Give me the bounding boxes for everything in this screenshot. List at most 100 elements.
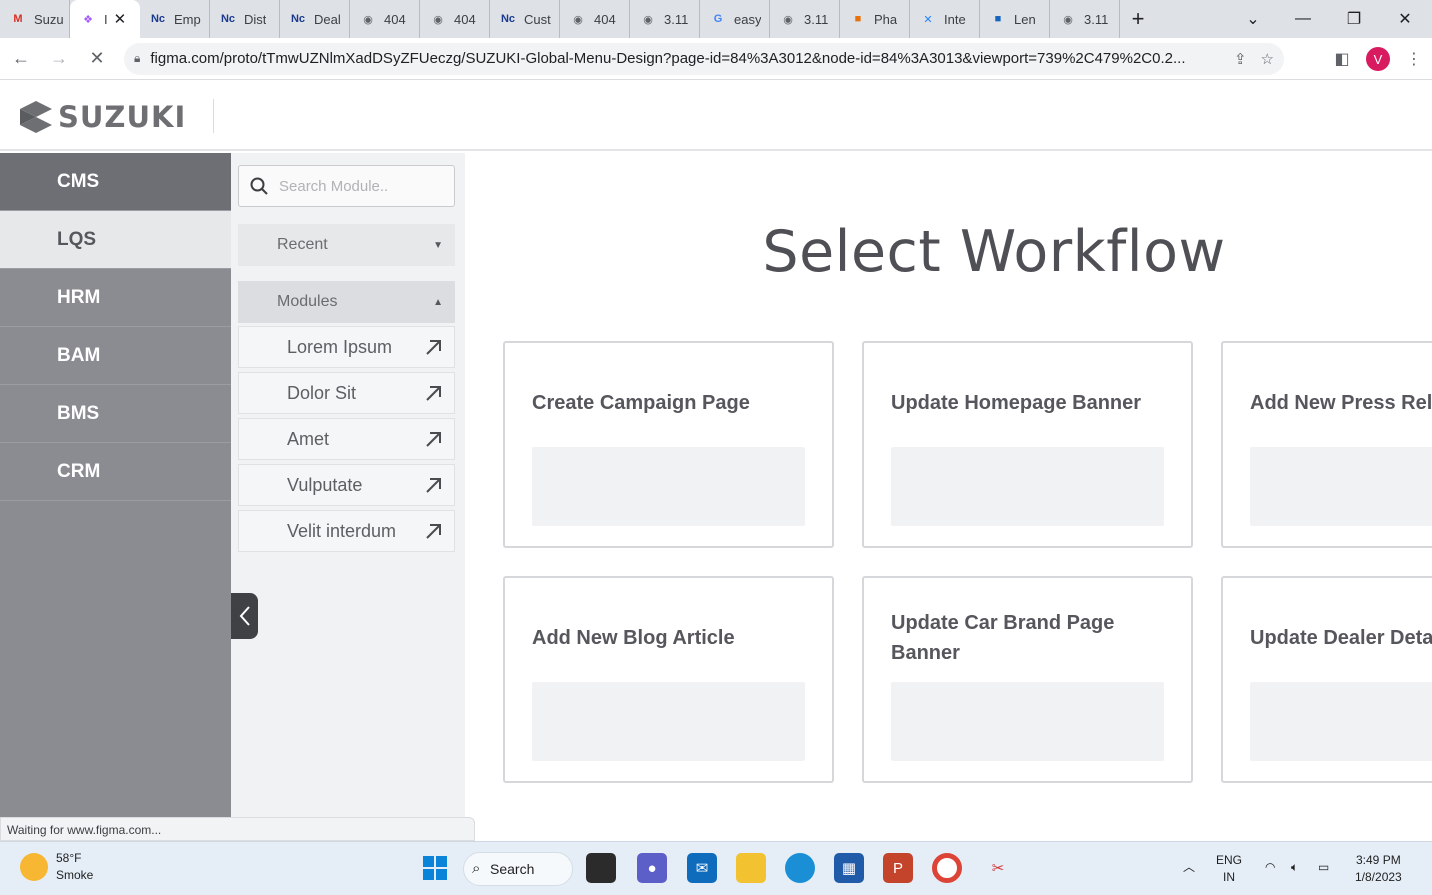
workflow-card-preview [1250, 682, 1432, 761]
globe-icon: ◉ [363, 13, 373, 26]
weather-widget[interactable]: 58°F Smoke [20, 850, 93, 884]
main-content: Select Workflow Create Campaign Page Upda… [465, 153, 1432, 817]
browser-tab[interactable]: ◉ 3.11 [770, 0, 840, 38]
nc-icon: Nc [220, 13, 236, 25]
lock-icon[interactable]: 🔒︎ [134, 51, 140, 66]
external-arrow-icon [426, 386, 441, 401]
lang-top: ENG [1216, 853, 1243, 867]
browser-tab[interactable]: Geasy [700, 0, 770, 38]
recent-dropdown[interactable]: Recent ▼ [238, 224, 455, 266]
workflow-card[interactable]: Add New Blog Article [503, 576, 834, 783]
rail-item-crm[interactable]: CRM [0, 443, 231, 501]
snipping-tool-icon[interactable]: ✂ [983, 853, 1013, 883]
workflow-card[interactable]: Update Car Brand Page Banner [862, 576, 1193, 783]
mail-icon[interactable]: ✉ [687, 853, 717, 883]
workflow-card-preview [891, 447, 1164, 526]
workflow-card-preview [532, 682, 805, 761]
browser-tab[interactable]: ■ Pha [840, 0, 910, 38]
address-bar[interactable]: 🔒︎ figma.com/proto/tTmwUZNlmXadDSyZFUecz… [124, 42, 1284, 75]
browser-tab[interactable]: ◉ 404 [560, 0, 630, 38]
windows-start-icon[interactable] [420, 853, 450, 883]
browser-tab[interactable]: ◉ 3.11 [630, 0, 700, 38]
language-indicator[interactable]: ENG IN [1216, 852, 1242, 886]
module-item[interactable]: Vulputate [238, 464, 455, 506]
module-item[interactable]: Lorem Ipsum [238, 326, 455, 368]
search-input[interactable] [279, 177, 449, 195]
browser-tab[interactable]: ◉ 404 [420, 0, 490, 38]
browser-tab[interactable]: ◉ 404 [350, 0, 420, 38]
restore-icon[interactable]: ❐ [1331, 0, 1377, 38]
stop-loading-icon[interactable]: ✕ [80, 42, 114, 76]
browser-tab[interactable]: Nc Cust [490, 0, 560, 38]
weather-temp: 58°F [56, 851, 82, 865]
chrome-icon[interactable] [932, 853, 962, 883]
side-panel-icon[interactable]: ◧ [1324, 49, 1360, 69]
workflow-card[interactable]: Add New Press Release [1221, 341, 1432, 548]
rail-item-cms[interactable]: CMS [0, 153, 231, 211]
module-item[interactable]: Dolor Sit [238, 372, 455, 414]
close-window-icon[interactable]: ✕ [1382, 0, 1428, 38]
browser-tab[interactable]: ■ Len [980, 0, 1050, 38]
microsoft-store-icon[interactable]: ▦ [834, 853, 864, 883]
more-menu-icon[interactable]: ⋮ [1396, 49, 1432, 69]
browser-tab[interactable]: Nc Deal [280, 0, 350, 38]
wifi-icon[interactable]: ◠ [1265, 859, 1275, 876]
new-tab-button[interactable]: + [1120, 6, 1156, 32]
suzuki-s-mark-icon [20, 101, 52, 133]
powerpoint-icon[interactable]: P [883, 853, 913, 883]
collapse-panel-button[interactable] [231, 593, 258, 639]
teams-chat-icon[interactable]: ● [637, 853, 667, 883]
share-icon[interactable]: ⇪ [1234, 50, 1247, 68]
browser-tab[interactable]: ❖ I ✕ [70, 0, 140, 38]
globe-icon: ◉ [783, 13, 793, 26]
modules-dropdown[interactable]: Modules ▲ [238, 281, 455, 323]
module-item[interactable]: Amet [238, 418, 455, 460]
suzuki-logo[interactable]: SUZUKI [18, 97, 186, 137]
rail-item-hrm[interactable]: HRM [0, 269, 231, 327]
browser-tab[interactable]: ◉ 3.11 [1050, 0, 1120, 38]
taskbar-search[interactable]: ⌕ Search [463, 852, 573, 886]
tab-label: 404 [454, 11, 476, 27]
header-divider [213, 99, 214, 133]
file-explorer-icon[interactable] [736, 853, 766, 883]
tab-label: 404 [384, 11, 406, 27]
minimize-icon[interactable]: — [1280, 0, 1326, 38]
tab-search-icon[interactable]: ⌄ [1230, 0, 1276, 38]
close-tab-icon[interactable]: ✕ [114, 10, 127, 28]
browser-tab[interactable]: M Suzu [0, 0, 70, 38]
caret-up-icon: ▲ [433, 296, 443, 308]
clock[interactable]: 3:49 PM 1/8/2023 [1355, 852, 1402, 886]
workflow-card[interactable]: Create Campaign Page [503, 341, 834, 548]
browser-tab[interactable]: ✕ Inte [910, 0, 980, 38]
tab-label: Inte [944, 11, 966, 27]
volume-icon[interactable]: 🔈︎ [1291, 859, 1298, 876]
rail-item-lqs[interactable]: LQS [0, 211, 231, 269]
url-text[interactable]: figma.com/proto/tTmwUZNlmXadDSyZFUeczg/S… [150, 50, 1220, 67]
tab-label: 3.11 [804, 11, 829, 27]
back-icon[interactable]: ← [4, 42, 38, 76]
nc-icon: Nc [290, 13, 306, 25]
browser-tab[interactable]: Nc Emp [140, 0, 210, 38]
tab-label: 404 [594, 11, 616, 27]
module-search[interactable] [238, 165, 455, 207]
task-view-icon[interactable] [586, 853, 616, 883]
profile-avatar[interactable]: V [1366, 47, 1390, 71]
chevron-up-icon[interactable]: ︿ [1183, 859, 1195, 876]
edge-browser-icon[interactable] [785, 853, 815, 883]
modules-label: Modules [277, 293, 338, 310]
module-item[interactable]: Velit interdum [238, 510, 455, 552]
globe-icon: ◉ [573, 13, 583, 26]
browser-tab[interactable]: Nc Dist [210, 0, 280, 38]
rail-item-bam[interactable]: BAM [0, 327, 231, 385]
globe-icon: ◉ [1063, 13, 1073, 26]
app-header: SUZUKI [0, 81, 1432, 151]
module-item-label: Dolor Sit [287, 382, 357, 403]
workflow-card[interactable]: Update Dealer Details [1221, 576, 1432, 783]
forward-icon[interactable]: → [42, 42, 76, 76]
workflow-card-title: Update Dealer Details [1250, 627, 1432, 649]
bookmark-star-icon[interactable]: ☆ [1261, 50, 1274, 68]
workflow-card-title: Update Car Brand Page Banner [891, 612, 1115, 664]
rail-item-bms[interactable]: BMS [0, 385, 231, 443]
workflow-card[interactable]: Update Homepage Banner [862, 341, 1193, 548]
battery-icon[interactable]: ▭ [1318, 859, 1329, 876]
